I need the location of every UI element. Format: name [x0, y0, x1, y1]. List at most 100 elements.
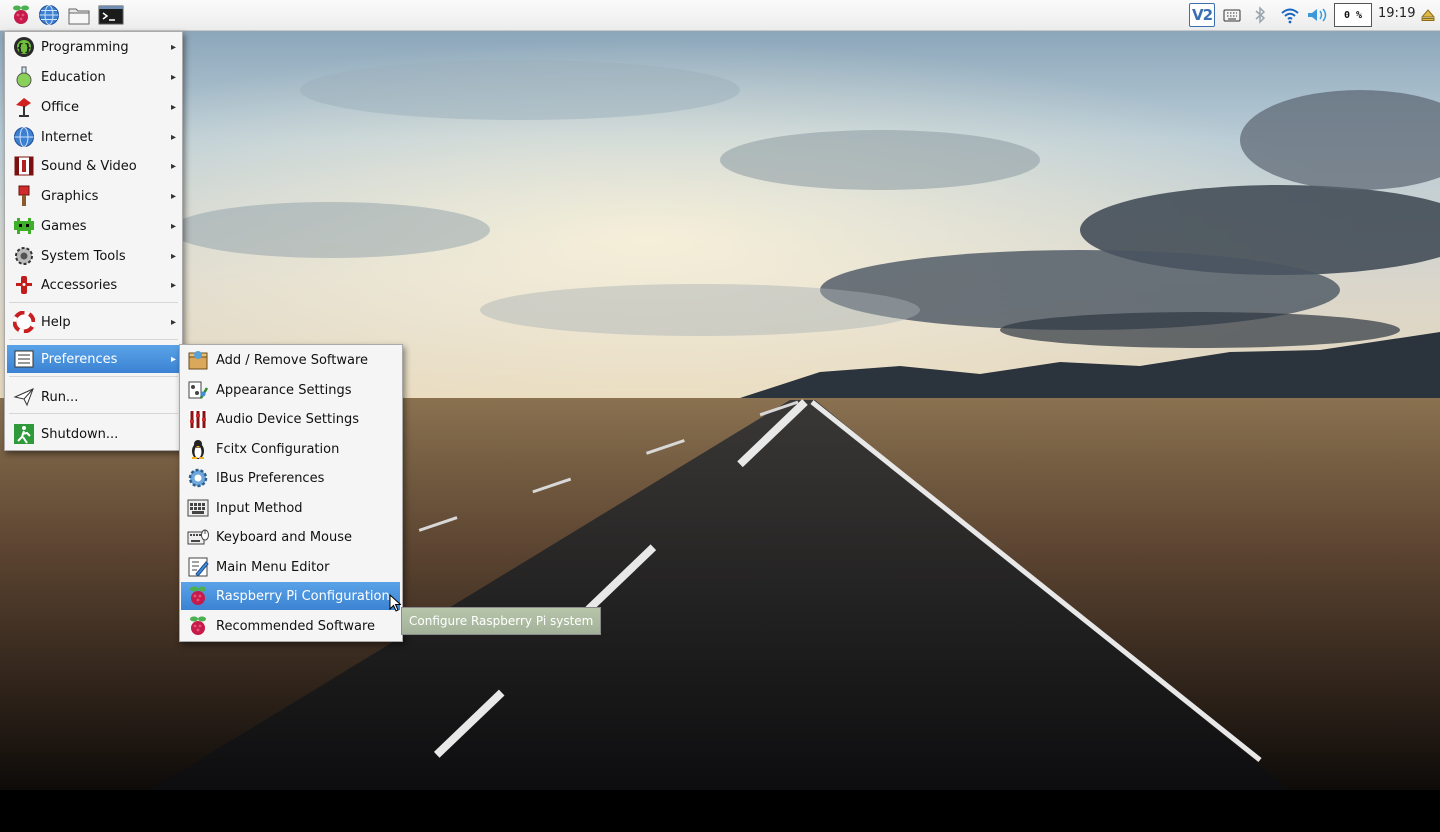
submenu-item-raspberry-pi-configuration[interactable]: Raspberry Pi Configuration	[181, 582, 400, 610]
chevron-right-icon: ▸	[170, 220, 176, 232]
menu-item-help[interactable]: Help ▸	[7, 308, 180, 336]
menu-item-label: Graphics	[41, 188, 99, 204]
submenu-item-add-remove-software[interactable]: Add / Remove Software	[181, 346, 400, 374]
system-tools-icon	[11, 243, 37, 269]
volume-icon[interactable]	[1306, 4, 1328, 26]
preferences-icon	[11, 346, 37, 372]
submenu-item-label: Main Menu Editor	[216, 559, 330, 575]
chevron-right-icon: ▸	[170, 190, 176, 202]
office-icon	[11, 94, 37, 120]
tooltip: Configure Raspberry Pi system	[401, 607, 602, 635]
raspberry-icon	[186, 584, 210, 608]
menu-item-label: Preferences	[41, 351, 118, 367]
menu-item-label: Programming	[41, 39, 129, 55]
menu-item-label: Education	[41, 69, 106, 85]
menu-item-office[interactable]: Office ▸	[7, 93, 180, 121]
menu-item-label: Accessories	[41, 277, 118, 293]
chevron-right-icon: ▸	[170, 160, 176, 172]
submenu-item-label: Raspberry Pi Configuration	[216, 588, 390, 604]
fcitx-penguin-icon	[186, 437, 210, 461]
keyboard-layout-icon[interactable]	[1222, 4, 1242, 26]
menu-item-label: Office	[41, 99, 79, 115]
submenu-item-label: Keyboard and Mouse	[216, 529, 353, 545]
submenu-item-label: Input Method	[216, 500, 303, 516]
menu-item-label: Sound & Video	[41, 158, 137, 174]
internet-icon	[11, 124, 37, 150]
menu-item-sound-video[interactable]: Sound & Video ▸	[7, 152, 180, 180]
programming-icon: {}	[11, 34, 37, 60]
submenu-item-main-menu-editor[interactable]: Main Menu Editor	[181, 553, 400, 581]
submenu-item-label: Recommended Software	[216, 618, 376, 634]
submenu-item-audio-device-settings[interactable]: Audio Device Settings	[181, 405, 400, 433]
menu-editor-icon	[186, 555, 210, 579]
accessories-icon	[11, 272, 37, 298]
chevron-right-icon: ▸	[170, 279, 176, 291]
menu-separator	[9, 302, 178, 303]
menu-item-label: Help	[41, 314, 71, 330]
chevron-right-icon: ▸	[170, 131, 176, 143]
ibus-gear-icon	[186, 466, 210, 490]
menu-item-internet[interactable]: Internet ▸	[7, 123, 180, 151]
appearance-settings-icon	[186, 378, 210, 402]
submenu-item-recommended-software[interactable]: Recommended Software	[181, 612, 400, 640]
help-icon	[11, 309, 37, 335]
menu-item-graphics[interactable]: Graphics ▸	[7, 182, 180, 210]
menu-separator	[9, 376, 178, 377]
keyboard-mouse-icon	[186, 525, 210, 549]
bluetooth-icon[interactable]	[1252, 4, 1268, 26]
chevron-right-icon: ▸	[170, 71, 176, 83]
menu-item-system-tools[interactable]: System Tools ▸	[7, 242, 180, 270]
submenu-item-keyboard-and-mouse[interactable]: Keyboard and Mouse	[181, 523, 400, 551]
menu-item-label: Shutdown...	[41, 426, 119, 442]
menu-item-accessories[interactable]: Accessories ▸	[7, 271, 180, 299]
top-panel: V2 0 % 19:19	[0, 0, 1440, 31]
submenu-item-label: Add / Remove Software	[216, 352, 369, 368]
main-menu: {} Programming ▸ Education ▸ Office ▸ In…	[4, 31, 183, 451]
vnc-server-icon[interactable]: V2	[1189, 3, 1215, 27]
audio-device-settings-icon	[186, 407, 210, 431]
input-method-keyboard-icon	[186, 496, 210, 520]
submenu-item-ibus-preferences[interactable]: IBus Preferences	[181, 464, 400, 492]
chevron-right-icon: ▸	[170, 353, 176, 365]
file-manager-icon[interactable]	[66, 3, 92, 27]
web-browser-icon[interactable]	[36, 3, 62, 27]
raspberry-icon	[186, 614, 210, 638]
shutdown-icon	[11, 421, 37, 447]
clock[interactable]: 19:19	[1378, 6, 1415, 21]
submenu-item-input-method[interactable]: Input Method	[181, 494, 400, 522]
menu-item-label: System Tools	[41, 248, 126, 264]
chevron-right-icon: ▸	[170, 41, 176, 53]
add-remove-software-icon	[186, 348, 210, 372]
chevron-right-icon: ▸	[170, 101, 176, 113]
submenu-item-label: Appearance Settings	[216, 382, 352, 398]
raspberry-menu-icon[interactable]	[8, 3, 34, 27]
menu-item-label: Games	[41, 218, 87, 234]
submenu-item-label: Fcitx Configuration	[216, 441, 340, 457]
mouse-cursor-icon	[389, 593, 402, 616]
submenu-item-label: IBus Preferences	[216, 470, 325, 486]
menu-item-label: Internet	[41, 129, 93, 145]
submenu-item-appearance-settings[interactable]: Appearance Settings	[181, 376, 400, 404]
terminal-icon[interactable]	[98, 3, 124, 27]
menu-item-run[interactable]: Run...	[7, 383, 180, 411]
svg-text:{}: {}	[16, 41, 32, 54]
menu-separator	[9, 339, 178, 340]
submenu-item-fcitx-configuration[interactable]: Fcitx Configuration	[181, 435, 400, 463]
menu-item-games[interactable]: Games ▸	[7, 212, 180, 240]
menu-item-label: Run...	[41, 389, 79, 405]
chevron-right-icon: ▸	[170, 316, 176, 328]
education-icon	[11, 64, 37, 90]
submenu-item-label: Audio Device Settings	[216, 411, 359, 427]
preferences-submenu: Add / Remove Software Appearance Setting…	[179, 344, 403, 642]
menu-item-preferences[interactable]: Preferences ▸	[7, 345, 180, 373]
run-icon	[11, 384, 37, 410]
graphics-icon	[11, 183, 37, 209]
menu-item-education[interactable]: Education ▸	[7, 63, 180, 91]
wifi-icon[interactable]	[1280, 4, 1300, 26]
cpu-usage-monitor[interactable]: 0 %	[1334, 3, 1372, 27]
menu-separator	[9, 413, 178, 414]
menu-item-shutdown[interactable]: Shutdown...	[7, 420, 180, 448]
eject-icon[interactable]	[1420, 4, 1436, 26]
menu-item-programming[interactable]: {} Programming ▸	[7, 33, 180, 61]
games-icon	[11, 213, 37, 239]
